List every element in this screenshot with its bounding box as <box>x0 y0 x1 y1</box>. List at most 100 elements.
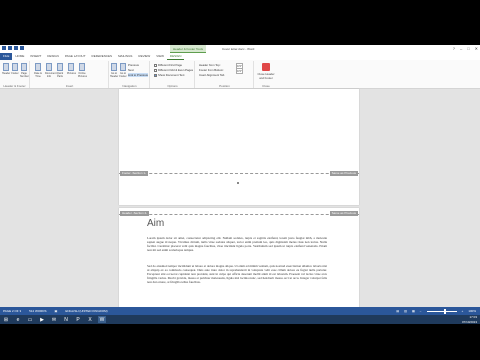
word-logo-icon <box>2 46 6 50</box>
explorer-icon[interactable]: ▭ <box>26 316 34 323</box>
page-number-button[interactable]: Page Number <box>20 63 29 78</box>
checkbox-icon <box>154 63 157 67</box>
document-heading[interactable]: Aim <box>147 218 164 229</box>
maximize-icon[interactable]: □ <box>467 46 469 51</box>
zoom-slider[interactable] <box>426 308 457 314</box>
zoom-in-icon[interactable]: + <box>462 307 464 315</box>
group-insert: Date & Time Document Info Quick Parts Pi… <box>31 61 109 88</box>
same-as-previous-label: Same as Previous <box>329 211 358 216</box>
document-title: Cover letter.docx - Word <box>222 47 255 51</box>
ribbon-tabs: FILE HOME INSERT DESIGN PAGE LAYOUT REFE… <box>0 53 480 60</box>
tab-design[interactable]: DESIGN <box>44 53 62 60</box>
checkbox-checked-icon <box>154 73 157 77</box>
zoom-out-icon[interactable]: − <box>420 307 422 315</box>
proofing-icon[interactable]: ▣ <box>54 307 57 315</box>
web-layout-icon[interactable]: ▦ <box>412 307 415 315</box>
date-time-button[interactable]: Date & Time <box>34 63 42 78</box>
zoom-level[interactable]: 100% <box>468 307 476 315</box>
tab-review[interactable]: REVIEW <box>135 53 153 60</box>
footer-button[interactable]: Footer <box>11 63 19 75</box>
document-info-button[interactable]: Document Info <box>45 63 56 78</box>
word-count[interactable]: 512 WORDS <box>29 307 46 315</box>
start-icon[interactable]: ⊞ <box>2 316 10 323</box>
tab-home[interactable]: HOME <box>12 53 27 60</box>
zoom-slider-thumb[interactable] <box>443 308 446 314</box>
header-section-label: Header -Section 2- <box>120 211 150 216</box>
language-indicator[interactable]: ENGLISH (UNITED KINGDOM) <box>65 307 107 315</box>
page-current[interactable]: Header -Section 2- Same as Previous Aim … <box>119 208 359 315</box>
clock-date[interactable]: 07/10/2013 <box>462 320 477 325</box>
page-count[interactable]: PAGE 2 OF 3 <box>3 307 21 315</box>
status-bar: PAGE 2 OF 3 512 WORDS ▣ ENGLISH (UNITED … <box>0 307 480 315</box>
word-window: Header & Footer Tools Cover letter.docx … <box>0 45 480 315</box>
group-header-footer: Header Footer Page Number Header & Foote… <box>0 61 30 88</box>
tab-header-footer-design[interactable]: DESIGN <box>166 53 185 60</box>
close-icon[interactable]: ✕ <box>475 46 478 51</box>
go-to-header-icon <box>111 63 117 71</box>
next-button[interactable]: Next <box>128 68 134 72</box>
print-layout-icon[interactable]: ▥ <box>404 307 407 315</box>
different-odd-even-checkbox[interactable]: Different Odd & Even Pages <box>154 68 193 72</box>
tab-view[interactable]: VIEW <box>153 53 167 60</box>
read-mode-icon[interactable]: ▤ <box>396 307 399 315</box>
tab-mailings[interactable]: MAILINGS <box>115 53 135 60</box>
insert-alignment-tab-button[interactable]: Insert Alignment Tab <box>199 73 224 77</box>
link-to-previous-button[interactable]: Link to Previous <box>128 73 148 77</box>
onenote-icon[interactable]: N <box>62 316 70 323</box>
group-options: Different First Page Different Odd & Eve… <box>151 61 195 88</box>
header-boundary <box>119 214 359 215</box>
tab-insert[interactable]: INSERT <box>27 53 44 60</box>
header-icon <box>3 63 9 71</box>
undo-icon[interactable] <box>14 46 18 50</box>
mail-icon[interactable]: ✉ <box>50 316 58 323</box>
online-pictures-button[interactable]: Online Pictures <box>78 63 87 78</box>
footer-icon <box>12 63 18 71</box>
previous-button[interactable]: Previous <box>128 63 139 67</box>
minimize-icon[interactable]: – <box>460 46 462 51</box>
body-paragraph[interactable]: Sed do eiusmod tempor incididunt ut labo… <box>147 264 327 284</box>
go-to-footer-button[interactable]: Go to Footer <box>119 63 127 78</box>
page-previous[interactable]: Footer -Section 1- Same as Previous <box>119 89 359 205</box>
go-to-header-button[interactable]: Go to Header <box>110 63 118 78</box>
footer-from-bottom-input[interactable]: 0.5" <box>236 68 243 74</box>
title-bar: Header & Footer Tools Cover letter.docx … <box>0 45 480 53</box>
show-document-text-checkbox[interactable]: Show Document Text <box>154 73 184 77</box>
ribbon: Header Footer Page Number Header & Foote… <box>0 60 480 89</box>
taskbar: ⊞ e ▭ ▶ ✉ N P X W 17:03 07/10/2013 <box>0 315 480 324</box>
group-close: Close Header and Footer Close <box>255 61 277 88</box>
quick-parts-button[interactable]: Quick Parts <box>56 63 64 78</box>
group-label: Header & Footer <box>3 84 26 88</box>
group-position: Header from Top: 0.5" Footer from Bottom… <box>196 61 254 88</box>
tab-file[interactable]: FILE <box>0 53 13 60</box>
ie-icon[interactable]: e <box>14 316 22 323</box>
close-header-footer-button[interactable]: Close Header and Footer <box>257 63 275 80</box>
word-icon[interactable]: W <box>98 316 106 323</box>
group-label: Navigation <box>122 84 137 88</box>
media-icon[interactable]: ▶ <box>38 316 46 323</box>
help-icon[interactable]: ? <box>453 46 455 51</box>
group-label: Close <box>262 84 270 88</box>
quick-parts-icon <box>57 63 63 71</box>
picture-icon <box>68 63 74 71</box>
save-icon[interactable] <box>8 46 12 50</box>
context-tab-group: Header & Footer Tools <box>170 45 206 53</box>
tab-page-layout[interactable]: PAGE LAYOUT <box>62 53 89 60</box>
excel-icon[interactable]: X <box>86 316 94 323</box>
group-label: Position <box>219 84 230 88</box>
different-first-page-checkbox[interactable]: Different First Page <box>154 63 182 67</box>
same-as-previous-label: Same as Previous <box>329 171 358 176</box>
page-number-icon <box>21 63 27 71</box>
document-canvas[interactable]: Footer -Section 1- Same as Previous Head… <box>0 89 480 315</box>
system-tray: 17:03 07/10/2013 <box>462 315 477 324</box>
header-button[interactable]: Header <box>2 63 10 75</box>
go-to-footer-icon <box>120 63 126 71</box>
pictures-button[interactable]: Pictures <box>67 63 76 75</box>
quick-access-toolbar <box>2 46 24 50</box>
body-paragraph[interactable]: Lorem ipsum dolor sit amet, consectetur … <box>147 236 327 252</box>
online-picture-icon <box>79 63 85 71</box>
taskbar-area: ⊞ e ▭ ▶ ✉ N P X W 17:03 07/10/2013 <box>0 315 480 360</box>
redo-icon[interactable] <box>20 46 24 50</box>
powerpoint-icon[interactable]: P <box>74 316 82 323</box>
checkbox-icon <box>154 68 157 72</box>
tab-references[interactable]: REFERENCES <box>89 53 116 60</box>
